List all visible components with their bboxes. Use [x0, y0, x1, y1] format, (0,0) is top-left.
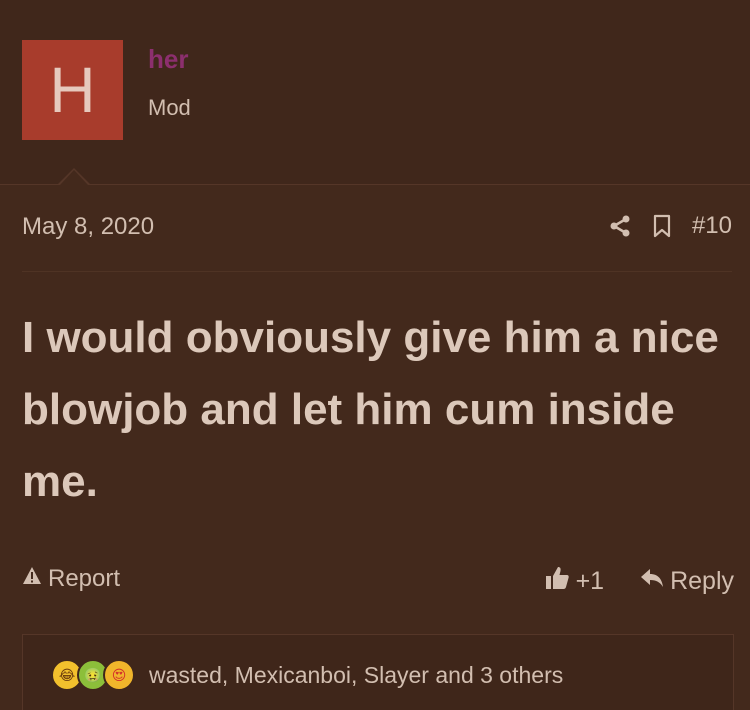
share-icon[interactable] — [608, 212, 632, 240]
reaction-icons[interactable]: 😂 🤢 😍 — [51, 659, 135, 691]
like-button[interactable]: +1 — [544, 565, 605, 598]
post-message: I would obviously give him a nice blowjo… — [22, 313, 719, 506]
user-header: H her Mod — [0, 0, 750, 185]
reactions-bar: 😂 🤢 😍 wasted, Mexicanboi, Slayer and 3 o… — [22, 634, 734, 710]
post-arrow-inner — [60, 170, 88, 185]
reply-button[interactable]: Reply — [640, 567, 734, 596]
report-label: Report — [48, 565, 121, 592]
warning-icon — [22, 565, 42, 593]
post-tools: #10 — [608, 208, 732, 244]
reply-label: Reply — [670, 567, 734, 595]
report-button[interactable]: Report — [22, 565, 120, 593]
username-link[interactable]: her — [148, 44, 188, 75]
bookmark-icon[interactable] — [650, 212, 674, 240]
post-actions: +1 Reply — [544, 565, 734, 598]
user-role: Mod — [148, 95, 191, 120]
avatar[interactable]: H — [22, 40, 123, 140]
thumbs-up-icon — [544, 565, 570, 598]
post-footer: Report +1 Reply — [22, 560, 734, 600]
post-divider — [22, 271, 732, 272]
like-count: +1 — [575, 567, 605, 595]
post-number-link[interactable]: #10 — [692, 212, 732, 240]
post-date[interactable]: May 8, 2020 — [22, 213, 154, 241]
reply-icon — [640, 567, 664, 596]
reaction-summary-link[interactable]: wasted, Mexicanboi, Slayer and 3 others — [149, 662, 563, 689]
heart-eyes-emoji-icon: 😍 — [103, 659, 135, 691]
